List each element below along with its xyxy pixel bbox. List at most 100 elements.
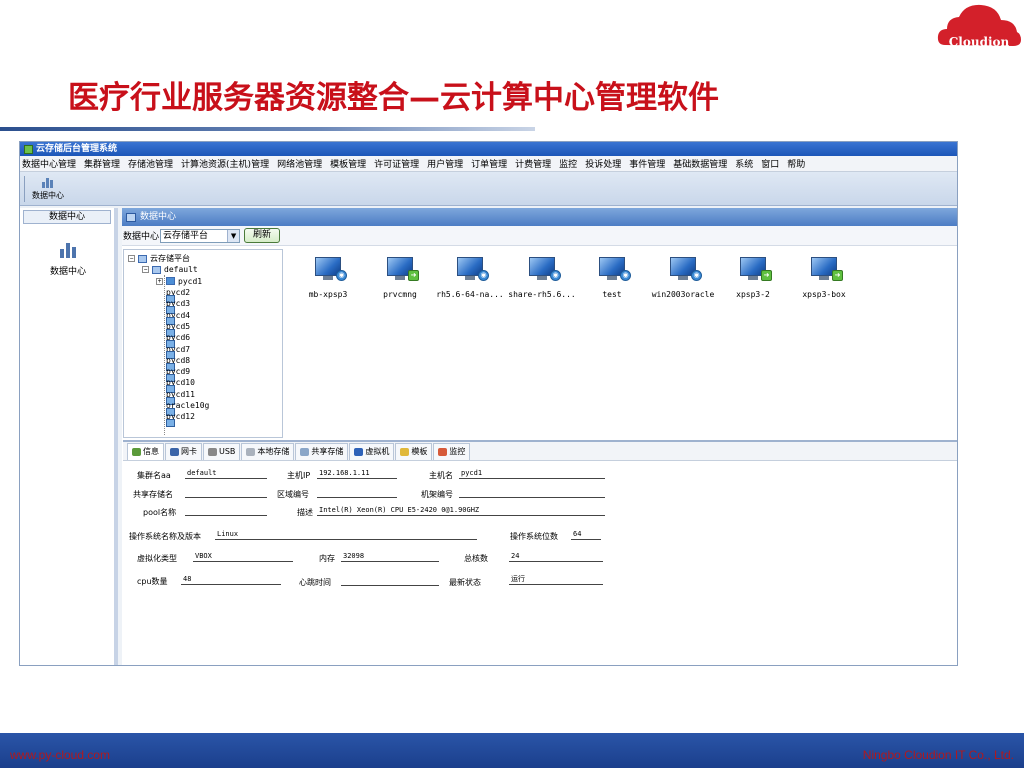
shared-storage-field: 共享存储名 — [133, 489, 173, 500]
description-value: Intel(R) Xeon(R) CPU E5-2420 0@1.90GHZ — [317, 505, 605, 516]
tab-nic[interactable]: 网卡 — [165, 443, 202, 460]
menu-item[interactable]: 许可证管理 — [374, 157, 419, 170]
tree-node-host[interactable]: pycd9 — [128, 366, 282, 382]
tree-node-label: default — [164, 265, 198, 275]
vm-monitor-icon: ◉ — [313, 257, 347, 281]
tree-node-host[interactable]: pycd8 — [128, 355, 282, 371]
collapse-icon[interactable]: − — [128, 255, 135, 263]
cloudion-logo: Cloudion — [937, 4, 1021, 49]
menu-item[interactable]: 计费管理 — [515, 157, 551, 170]
expand-icon[interactable]: + — [156, 277, 163, 285]
field-label: 区域编号 — [277, 490, 309, 499]
nic-icon — [170, 448, 179, 456]
vm-item[interactable]: ◉ rh5.6-64-na... — [432, 257, 508, 299]
vm-item[interactable]: ◉ mb-xpsp3 — [290, 257, 366, 299]
tab-shared-storage[interactable]: 共享存储 — [295, 443, 349, 460]
datacenter-toolbar-button[interactable]: 数据中心 — [28, 175, 68, 203]
menu-item[interactable]: 基础数据管理 — [673, 157, 727, 170]
left-nav-datacenter-label: 数据中心 — [49, 267, 86, 277]
vm-item[interactable]: ◉ share-rh5.6... — [504, 257, 580, 299]
host-name-value: pycd1 — [459, 468, 605, 479]
menu-item[interactable]: 系统 — [735, 157, 753, 170]
info-icon — [132, 448, 141, 456]
vm-arrow-icon: ➜ — [408, 270, 419, 281]
menu-item[interactable]: 计算池资源(主机)管理 — [181, 157, 269, 170]
tree-node-host[interactable]: pycd5 — [128, 321, 282, 337]
tree-node-host[interactable]: pycd6 — [128, 332, 282, 349]
field-label: 心跳时间 — [299, 578, 331, 587]
window-title-bar[interactable]: 云存储后台管理系统 — [20, 142, 957, 156]
menu-item[interactable]: 数据中心管理 — [22, 157, 76, 170]
tab-monitor[interactable]: 监控 — [433, 443, 471, 460]
menu-item[interactable]: 事件管理 — [629, 157, 665, 170]
storage-platform-icon — [138, 254, 147, 263]
tree-node-root[interactable]: − 云存储平台 — [128, 253, 282, 264]
vm-item[interactable]: ◉ win2003oracle — [645, 257, 721, 299]
tree-node-label: 云存储平台 — [150, 254, 190, 264]
menu-item[interactable]: 模板管理 — [330, 157, 366, 170]
host-ip-field: 主机IP — [287, 470, 310, 481]
usb-icon — [208, 448, 217, 456]
menu-item[interactable]: 存储池管理 — [128, 157, 173, 170]
field-label: 集群名aa — [137, 471, 171, 480]
vm-item[interactable]: ➜ xpsp3-2 — [715, 257, 791, 299]
tree-node-cluster[interactable]: − default — [128, 264, 282, 275]
vm-item[interactable]: ◉ test — [574, 257, 650, 299]
refresh-button[interactable]: 刷新 — [244, 228, 281, 243]
pool-name-value — [185, 505, 267, 516]
tab-local-storage[interactable]: 本地存储 — [241, 443, 295, 460]
menu-item[interactable]: 帮助 — [787, 157, 805, 170]
os-bits-value: 64 — [571, 529, 601, 540]
rack-code-value — [459, 487, 605, 498]
footer-url[interactable]: www.py-cloud.com — [10, 748, 110, 762]
field-label: 机架编号 — [421, 490, 453, 499]
tab-vms[interactable]: 虚拟机 — [349, 443, 395, 460]
tab-usb[interactable]: USB — [203, 443, 241, 460]
menu-item[interactable]: 订单管理 — [471, 157, 507, 170]
vm-icon — [354, 448, 364, 456]
menu-item[interactable]: 窗口 — [761, 157, 779, 170]
cores-field: 总核数 — [464, 553, 488, 564]
menu-item[interactable]: 投诉处理 — [585, 157, 621, 170]
tree-node-host[interactable]: + pycd1 — [128, 276, 282, 287]
detail-tabs: 信息 网卡 USB 本地存储 共享存储 虚拟机 模板 监控 — [123, 440, 957, 461]
tree-node-host[interactable]: pycd4 — [128, 309, 282, 326]
host-info-form: 集群名aa default 主机IP 192.168.1.11 主机名 pycd… — [123, 462, 957, 665]
tree-node-host[interactable]: pycd7 — [128, 343, 282, 360]
collapse-icon[interactable]: − — [142, 266, 149, 274]
pool-name-field: pool名称 — [143, 507, 176, 518]
vm-item[interactable]: ➜ prvcmng — [362, 257, 438, 299]
title-underline — [0, 127, 535, 131]
menu-item[interactable]: 集群管理 — [84, 157, 120, 170]
field-label: 总核数 — [464, 554, 488, 563]
tree-node-host[interactable]: pycd3 — [128, 298, 282, 315]
datacenter-select[interactable]: 云存储平台 ▼ — [160, 228, 241, 243]
tree-node-host[interactable]: pycd12 — [128, 411, 282, 428]
tab-info[interactable]: 信息 — [127, 443, 164, 460]
tree-node-host[interactable]: pycd11 — [128, 389, 282, 405]
memory-value: 32098 — [341, 551, 439, 562]
vm-item[interactable]: ➜ xpsp3-box — [786, 257, 862, 299]
tree-node-label: pycd1 — [178, 276, 203, 286]
left-nav-datacenter[interactable]: 数据中心 — [38, 242, 98, 277]
cpu-count-value: 48 — [181, 574, 281, 585]
tab-templates[interactable]: 模板 — [395, 443, 433, 460]
vm-status-icon: ◉ — [620, 270, 631, 281]
menu-item[interactable]: 用户管理 — [427, 157, 463, 170]
tree-node-host[interactable]: pycd2 — [128, 287, 282, 303]
host-ip-value: 192.168.1.11 — [317, 468, 397, 479]
tree-node-host[interactable]: pycd10 — [128, 377, 282, 394]
heartbeat-value — [341, 575, 439, 586]
os-name-field: 操作系统名称及版本 — [129, 531, 201, 542]
slide-title: 医疗行业服务器资源整合—云计算中心管理软件 — [68, 72, 719, 117]
panel-header: 数据中心 — [122, 208, 957, 226]
zone-code-value — [317, 487, 397, 498]
menu-item[interactable]: 网络池管理 — [277, 157, 322, 170]
chevron-down-icon[interactable]: ▼ — [227, 229, 240, 242]
host-icon — [166, 277, 175, 286]
tab-label: 监控 — [449, 447, 466, 456]
resource-tree: − 云存储平台 − default + pycd1 pycd2 pycd3 py… — [123, 249, 283, 438]
menu-item[interactable]: 监控 — [559, 157, 577, 170]
tree-node-host[interactable]: oracle10g — [128, 400, 282, 416]
toolbar-separator — [24, 176, 25, 202]
